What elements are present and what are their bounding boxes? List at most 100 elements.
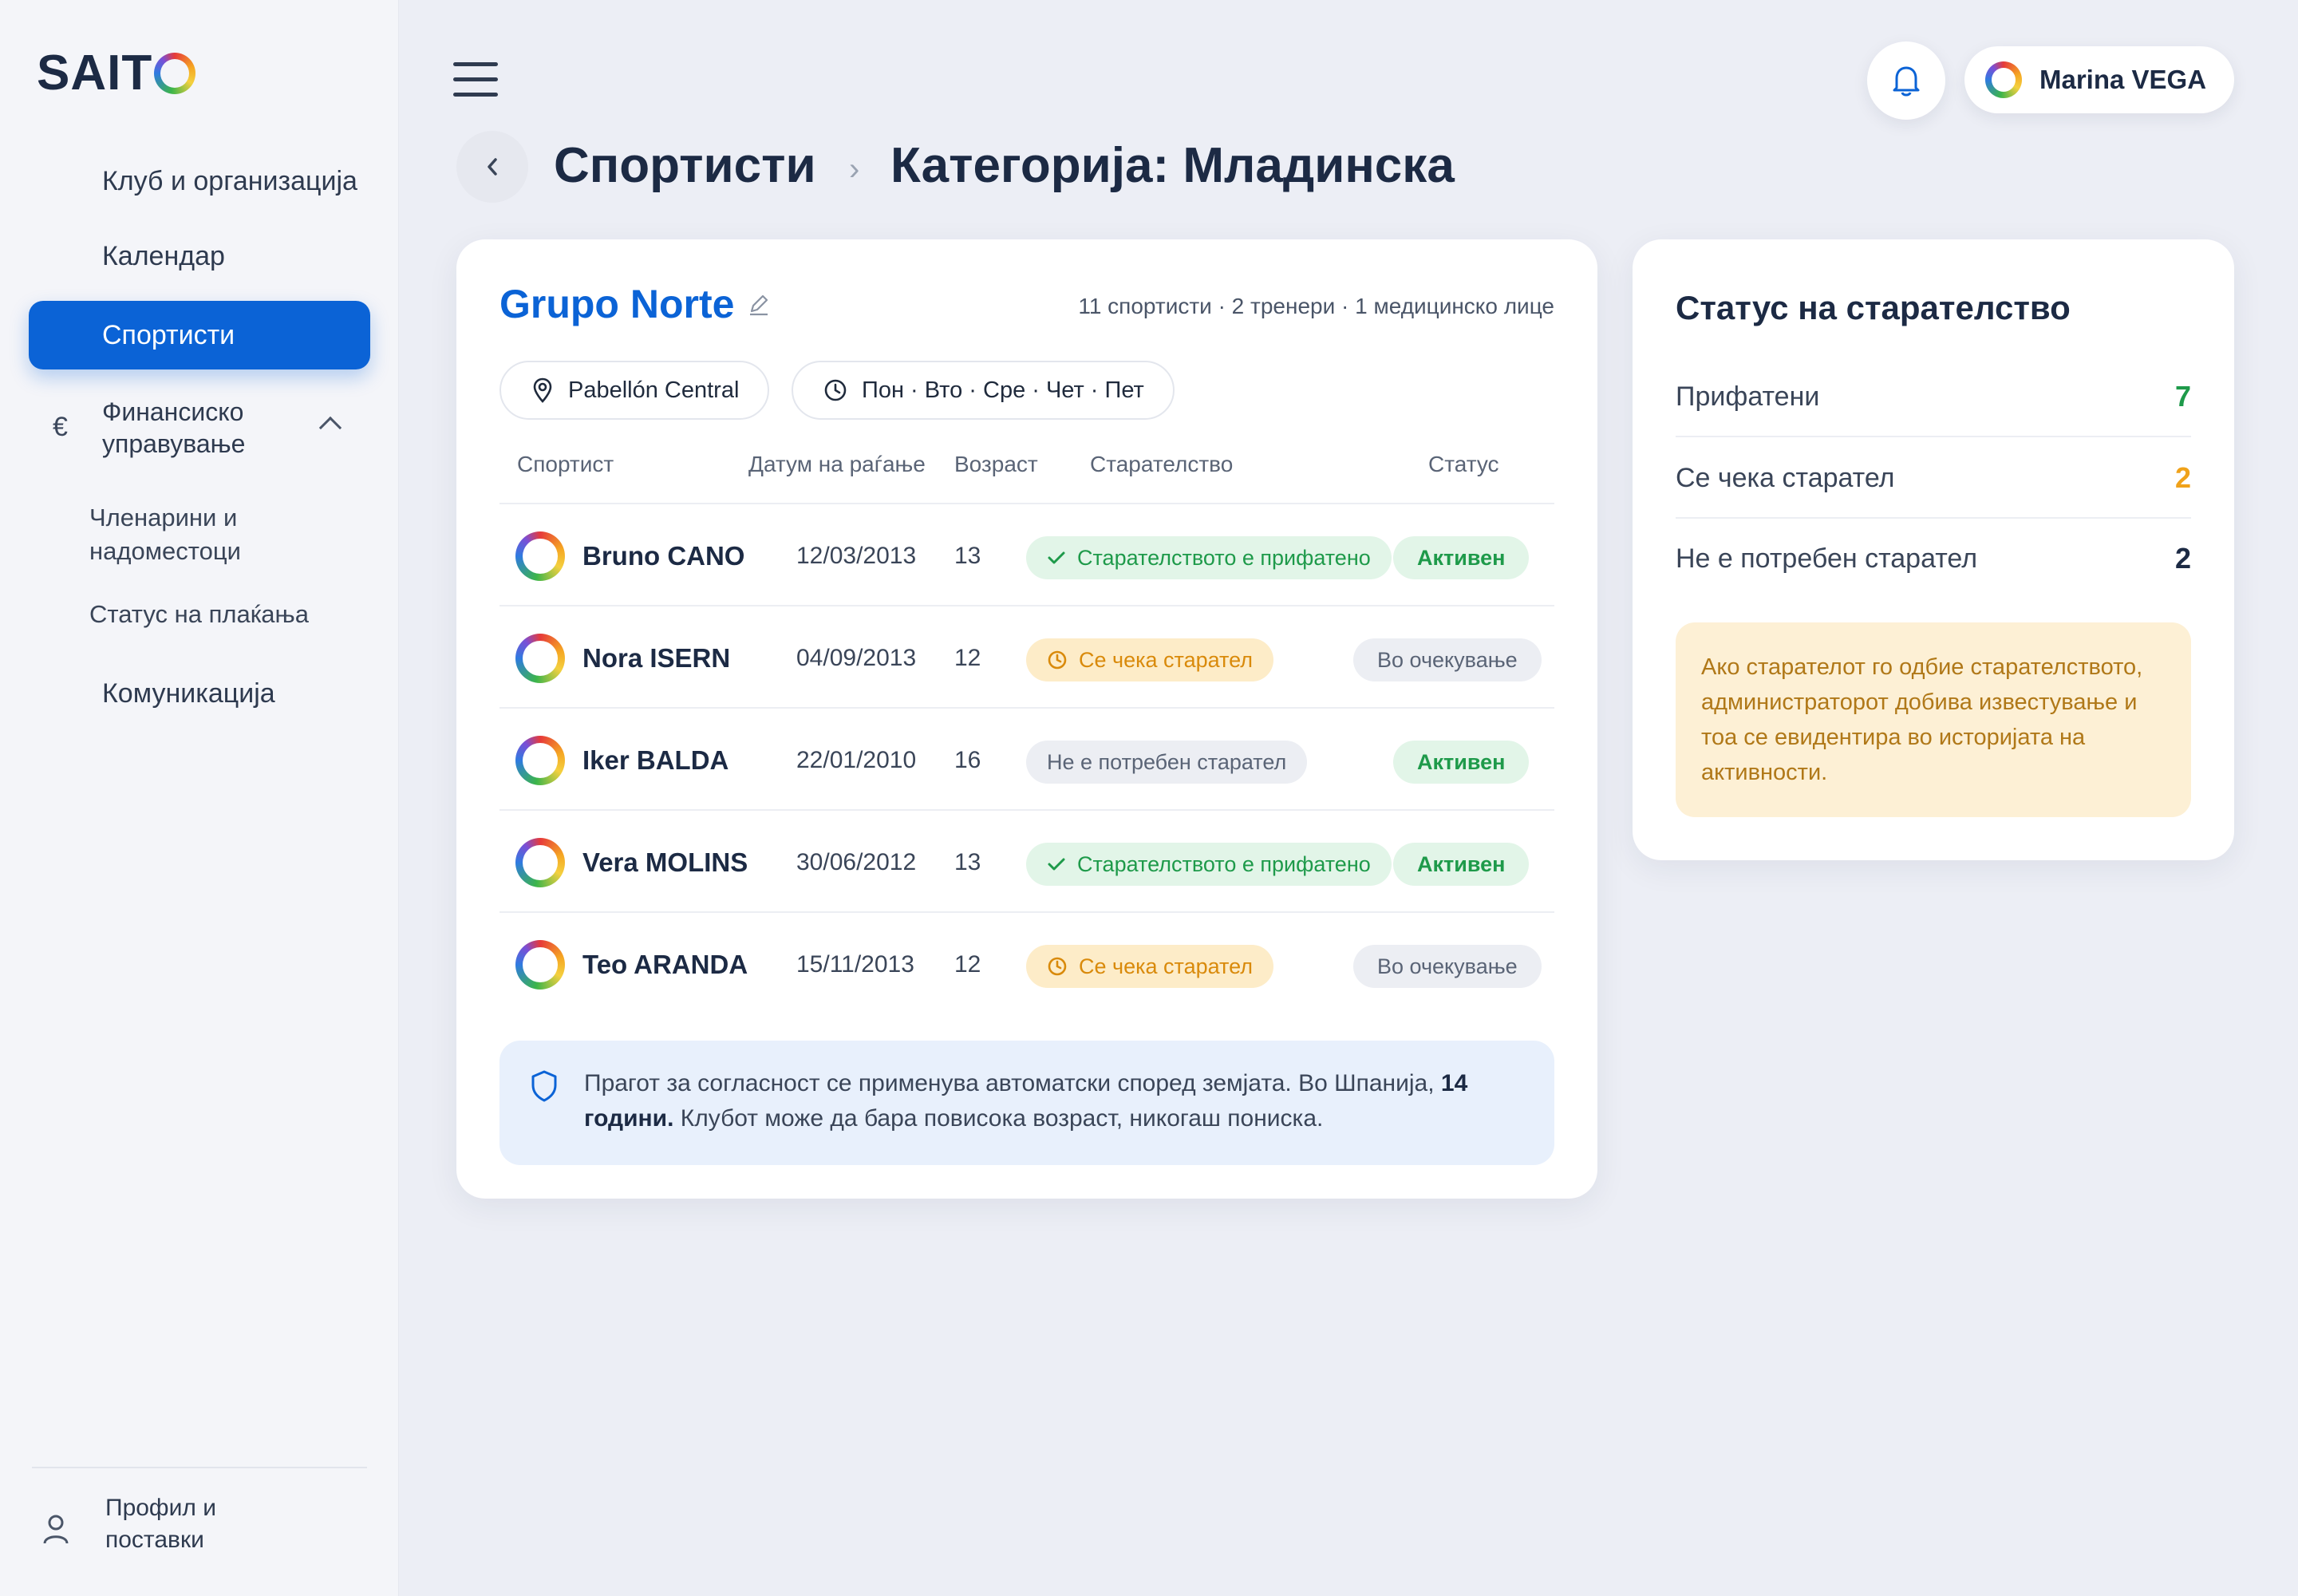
guardianship-status-card: Статус на старателство Прифатени 7 Се че… [1633, 239, 2234, 860]
sidebar-divider [32, 1467, 367, 1468]
table-row[interactable]: Vera MOLINS 30/06/2012 13 Старателството… [499, 809, 1554, 911]
edit-icon[interactable] [747, 292, 771, 316]
sidebar-item-label: Спортисти [102, 320, 235, 350]
athlete-age: 12 [954, 645, 981, 671]
guardian-badge-label: Старателството е прифатено [1077, 851, 1371, 876]
euro-icon: € [53, 412, 68, 442]
avatar [515, 838, 565, 887]
sidebar-item-communication[interactable]: Комуникација [102, 678, 275, 709]
sidebar-item-calendar[interactable]: Календар [102, 241, 225, 272]
bell-icon [1893, 66, 1920, 97]
avatar [515, 940, 565, 990]
stat-value: 2 [2174, 461, 2191, 494]
stat-label: Се чека старател [1676, 462, 1895, 493]
clock-icon [824, 379, 847, 401]
chevron-left-icon [488, 158, 497, 176]
stat-label: Не е потребен старател [1676, 543, 1978, 574]
guardian-badge-label: Се чека старател [1079, 954, 1253, 978]
sidebar: SAIT Клуб и организација Календар Спорти… [0, 0, 399, 1596]
notice-text-end: Клубот може да бара повисока возраст, ни… [673, 1105, 1324, 1132]
athlete-dob: 22/01/2010 [796, 747, 917, 773]
table-row[interactable]: Nora ISERN 04/09/2013 12 Се чека старате… [499, 605, 1554, 707]
sidebar-subitem-payments[interactable]: Статус на плаќања [89, 598, 309, 631]
location-label: Pabellón Central [568, 377, 740, 403]
check-icon [1048, 551, 1065, 564]
chevron-up-icon[interactable] [318, 416, 342, 440]
logo-text: SAIT [37, 45, 153, 101]
stat-value: 2 [2174, 542, 2191, 575]
status-badge: Во очекување [1353, 638, 1542, 681]
athlete-name[interactable]: Iker BALDA [582, 745, 728, 776]
location-pin-icon [533, 377, 552, 403]
guardianship-title: Статус на старателство [1676, 289, 2071, 326]
saito-logo[interactable]: SAIT [37, 45, 196, 101]
logo-ring-icon [154, 52, 196, 94]
avatar [515, 736, 565, 785]
group-card: Grupo Norte 11 спортисти · 2 тренери · 1… [456, 239, 1597, 1199]
consent-notice: Прагот за согласност се применува автома… [499, 1041, 1554, 1165]
guardian-badge: Не е потребен старател [1026, 741, 1308, 784]
athlete-age: 12 [954, 951, 981, 978]
user-icon [43, 1515, 69, 1544]
column-dob[interactable]: Датум на раѓање [748, 452, 926, 477]
guardian-badge: Старателството е прифатено [1026, 843, 1392, 886]
clock-icon [1048, 957, 1067, 976]
athlete-dob: 12/03/2013 [796, 543, 917, 569]
clock-icon [1048, 650, 1067, 670]
check-icon [1048, 858, 1065, 871]
stat-label: Прифатени [1676, 381, 1820, 412]
status-badge: Активен [1393, 741, 1530, 784]
shield-icon [531, 1070, 557, 1102]
stat-value: 7 [2174, 380, 2191, 413]
guardianship-note: Ако старателот го одбие старателството, … [1676, 622, 2191, 817]
guardian-badge: Се чека старател [1026, 638, 1273, 681]
avatar [1985, 61, 2022, 98]
athlete-name[interactable]: Bruno CANO [582, 541, 744, 571]
group-meta: 11 спортисти · 2 тренери · 1 медицинско … [1078, 294, 1554, 318]
sidebar-subitem-fees[interactable]: Членарини и надоместоци [89, 501, 281, 568]
notifications-button[interactable] [1867, 41, 1945, 120]
location-chip[interactable]: Pabellón Central [499, 361, 770, 420]
athlete-age: 13 [954, 849, 981, 875]
avatar [515, 531, 565, 581]
column-status[interactable]: Статус [1428, 452, 1499, 477]
status-badge: Во очекување [1353, 945, 1542, 988]
column-age[interactable]: Возраст [954, 452, 1038, 477]
status-badge: Активен [1393, 843, 1530, 886]
sidebar-item-club[interactable]: Клуб и организација [102, 166, 357, 197]
notice-text-start: Прагот за согласност се применува автома… [584, 1070, 1441, 1096]
table-row[interactable]: Iker BALDA 22/01/2010 16 Не е потребен с… [499, 707, 1554, 809]
guardian-badge-label: Не е потребен старател [1047, 749, 1287, 774]
sidebar-item-profile[interactable]: Профил и поставки [105, 1492, 281, 1556]
guardian-badge-label: Се чека старател [1079, 647, 1253, 672]
avatar [515, 634, 565, 683]
sidebar-item-finance[interactable]: Финансиско управување [102, 396, 310, 460]
schedule-chip[interactable]: Пон · Вто · Сре · Чет · Пет [792, 361, 1175, 420]
menu-icon[interactable] [453, 62, 498, 97]
guardian-badge: Се чека старател [1026, 945, 1273, 988]
guardian-badge-label: Старателството е прифатено [1077, 545, 1371, 570]
guardianship-stat-not-required: Не е потребен старател 2 [1676, 519, 2191, 598]
user-name: Marina VEGA [2039, 65, 2207, 94]
athlete-dob: 30/06/2012 [796, 849, 917, 875]
athlete-name[interactable]: Nora ISERN [582, 643, 730, 674]
table-row[interactable]: Teo ARANDA 15/11/2013 12 Се чека старате… [499, 911, 1554, 1013]
user-menu[interactable]: Marina VEGA [1964, 46, 2234, 113]
sidebar-item-athletes[interactable]: Спортисти [29, 301, 370, 369]
page-title: Категорија: Младинска [890, 138, 1455, 193]
back-button[interactable] [456, 131, 528, 203]
group-name: Grupo Norte [499, 282, 735, 326]
athlete-name[interactable]: Teo ARANDA [582, 950, 748, 980]
status-badge: Активен [1393, 536, 1530, 579]
athlete-age: 16 [954, 747, 981, 773]
guardian-badge: Старателството е прифатено [1026, 536, 1392, 579]
column-athlete[interactable]: Спортист [517, 452, 614, 477]
breadcrumb-athletes[interactable]: Спортисти [554, 137, 816, 194]
column-guardianship[interactable]: Старателство [1090, 452, 1233, 477]
athlete-dob: 15/11/2013 [796, 951, 914, 978]
table-row[interactable]: Bruno CANO 12/03/2013 13 Старателството … [499, 503, 1554, 605]
breadcrumb-separator: › [849, 152, 860, 187]
athlete-dob: 04/09/2013 [796, 645, 917, 671]
schedule-label: Пон · Вто · Сре · Чет · Пет [862, 377, 1144, 403]
athlete-name[interactable]: Vera MOLINS [582, 847, 748, 878]
